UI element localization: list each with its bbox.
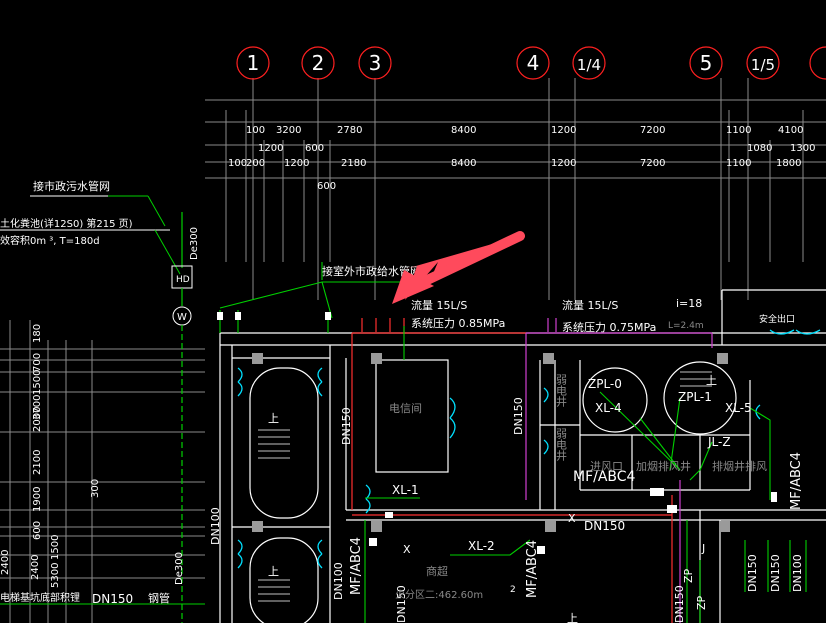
axis-label-3: 3	[369, 51, 382, 75]
dim-text: 100	[246, 125, 265, 136]
label-x-1: X	[568, 512, 576, 525]
label-xl-2: XL-2	[468, 539, 495, 553]
dim-text: 1200	[551, 158, 576, 169]
dim-text: 1200	[284, 158, 309, 169]
dim-text: 8400	[451, 125, 476, 136]
label-up-4: 上	[567, 612, 578, 623]
dim-text-left: 2400	[30, 555, 41, 580]
dim-text: 1300	[790, 143, 815, 154]
label-flow-2: 流量 15L/S	[562, 298, 618, 312]
label-zp-2: ZP	[695, 595, 708, 610]
dim-text-left: 600	[32, 521, 43, 540]
label-elevator-pit: 电梯基坑底部积锂	[0, 591, 80, 604]
label-zpl-1: ZPL-1	[678, 390, 712, 404]
dim-text: 200	[246, 158, 265, 169]
water-meter-letter: W	[177, 312, 187, 323]
dim-text-left: 1900	[32, 487, 43, 512]
axis-label-1: 1	[247, 51, 260, 75]
dim-text: 7200	[640, 158, 665, 169]
label-xl-4: XL-4	[595, 401, 622, 415]
label-septic-1: 土化粪池(详12S0) 第215 页)	[0, 217, 133, 230]
cad-drawing-canvas: 1 2 3 4 1/4 5 1/5 100 3200 2780 8400 120…	[0, 0, 826, 623]
dim-text: 1100	[726, 158, 751, 169]
label-dn150-b: DN150	[512, 397, 525, 435]
label-smoke-2: 排烟井排风	[712, 459, 767, 473]
dim-text: 600	[305, 143, 324, 154]
label-up-1: 上	[268, 412, 279, 425]
label-mf-1: MF/ABC4	[573, 469, 636, 485]
axis-label-5: 5	[700, 51, 713, 75]
label-de300-bottom: De300	[174, 552, 185, 585]
label-j: J	[701, 542, 705, 555]
label-weak-2: 弱电井	[555, 428, 568, 462]
septic-tank-label: HD	[176, 275, 190, 285]
axis-label-2: 2	[312, 51, 325, 75]
label-pressure-1: 系统压力 0.85MPa	[411, 317, 505, 330]
axis-label-1-4: 1/4	[577, 56, 601, 74]
label-dn100-a: DN100	[209, 507, 222, 545]
label-weak-1: 弱电井	[555, 374, 568, 408]
dim-text: 3200	[276, 125, 301, 136]
dim-text: 2780	[337, 125, 362, 136]
label-zpl-0: ZPL-0	[588, 377, 622, 391]
label-dn150-c: DN150	[584, 519, 625, 533]
label-up-2: 上	[268, 565, 279, 578]
label-xl-1: XL-1	[392, 483, 419, 497]
dim-text-left: 700	[32, 353, 43, 372]
dim-text: 600	[317, 181, 336, 192]
label-xl-5: XL-5	[725, 401, 752, 415]
label-dn100-b: DN100	[332, 562, 345, 600]
label-smoke-1: 加烟排风井	[636, 459, 691, 473]
dim-text: 4100	[778, 125, 803, 136]
label-mf-2: MF/ABC4	[789, 452, 804, 510]
dim-text: 100	[228, 158, 247, 169]
label-dn150-g: DN150	[673, 585, 686, 623]
label-bottom-dn150: DN150	[92, 592, 133, 606]
dim-text: 8400	[451, 158, 476, 169]
label-exit: 安全出口	[759, 313, 795, 325]
dim-text: 1200	[258, 143, 283, 154]
dim-text: 1800	[776, 158, 801, 169]
axis-label-1-5: 1/5	[751, 56, 775, 74]
dim-text-left: 1500	[32, 370, 43, 395]
label-dn150-e: DN150	[769, 554, 782, 592]
label-bottom-steel: 钢管	[148, 591, 170, 605]
dim-text-left: 5300	[50, 563, 61, 588]
dim-text-left: 2000	[32, 407, 43, 432]
label-mf-4: MF/ABC4	[525, 540, 540, 598]
dim-text: 1100	[726, 125, 751, 136]
label-telecom: 电信间	[389, 402, 422, 415]
label-zp-1: ZP	[682, 568, 695, 583]
label-pressure-2: 系统压力 0.75MPa	[562, 321, 656, 334]
dim-text-left: 2400	[0, 550, 11, 575]
label-number-2: 2	[510, 585, 516, 595]
label-septic-2: 效容积0m ³, T=180d	[0, 234, 100, 247]
label-flow-1: 流量 15L/S	[411, 298, 467, 312]
dim-text-left: 1500	[50, 535, 61, 560]
label-dn100-c: DN100	[791, 554, 804, 592]
dim-text: 7200	[640, 125, 665, 136]
label-dn150-d: DN150	[746, 554, 759, 592]
label-dn150-a: DN150	[340, 407, 353, 445]
dim-text-left: 2100	[32, 450, 43, 475]
label-fire-area: 火分区二:462.60m	[395, 589, 483, 601]
label-mf-3: MF/ABC4	[349, 537, 364, 595]
label-slope-length: L=2.4m	[668, 321, 704, 331]
label-shop: 商超	[426, 564, 448, 578]
dim-text: 1080	[747, 143, 772, 154]
label-jl-z: JL-Z	[707, 435, 731, 449]
dim-text: 2180	[341, 158, 366, 169]
label-x-2: X	[403, 543, 411, 556]
label-sewage-pipe: 接市政污水管网	[33, 179, 110, 193]
axis-label-4: 4	[527, 51, 540, 75]
dim-text: 1200	[551, 125, 576, 136]
label-up-3: 上	[706, 374, 717, 387]
label-slope: i=18	[676, 297, 702, 310]
dim-text-left: 300	[90, 479, 101, 498]
dim-text-left: 180	[32, 324, 43, 343]
label-de300-top: De300	[189, 227, 200, 260]
